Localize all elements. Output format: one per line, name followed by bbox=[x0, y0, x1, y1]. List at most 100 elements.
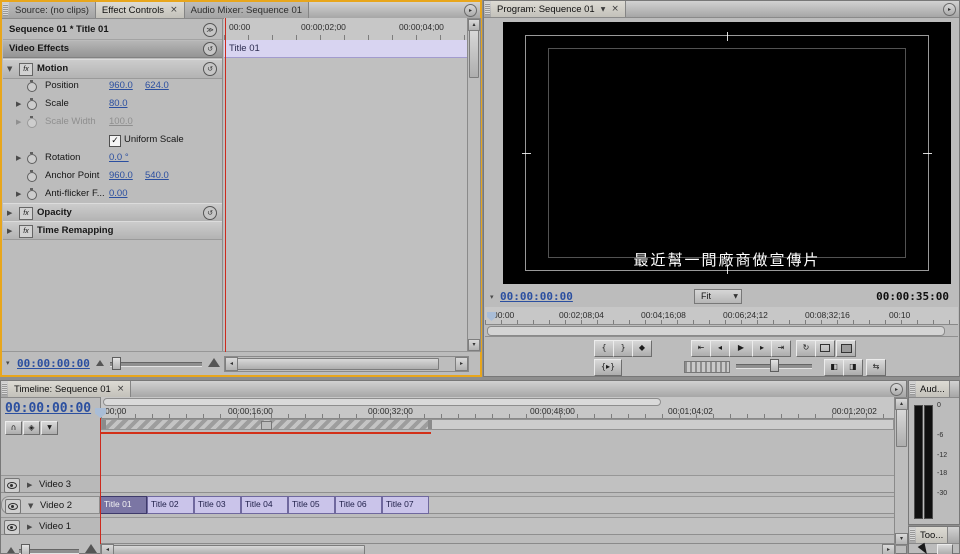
panel-grip[interactable] bbox=[910, 529, 915, 541]
timeline-clip[interactable]: Title 05 bbox=[288, 496, 335, 514]
play-in-to-out-button[interactable]: {▸} bbox=[594, 359, 622, 376]
timeline-current-timecode[interactable]: 00:00:00:00 bbox=[5, 401, 91, 416]
panel-grip[interactable] bbox=[3, 4, 8, 16]
disclosure-open-icon[interactable]: ▼ bbox=[7, 65, 12, 73]
sequence-dropdown-icon[interactable]: ▼ bbox=[599, 6, 606, 13]
set-marker-button[interactable]: ◆ bbox=[632, 340, 652, 357]
timecode-menu-icon[interactable]: ▾ bbox=[490, 293, 494, 301]
effect-time-remapping-row[interactable]: ▶ fx Time Remapping bbox=[3, 221, 222, 240]
panel-menu-button[interactable]: ▸ bbox=[890, 383, 903, 396]
effect-opacity-row[interactable]: ▶ fx Opacity ↺ bbox=[3, 203, 222, 222]
disclosure-closed-icon[interactable]: ▶ bbox=[7, 209, 12, 217]
scroll-right-button[interactable]: ▸ bbox=[882, 544, 895, 554]
safe-margins-button[interactable] bbox=[815, 340, 835, 357]
disclosure-closed-icon[interactable]: ▶ bbox=[16, 190, 21, 198]
zoom-out-icon[interactable] bbox=[7, 547, 15, 553]
step-forward-button[interactable]: ▸ bbox=[752, 340, 772, 357]
track-disclosure-icon[interactable]: ▶ bbox=[27, 481, 32, 489]
snap-button[interactable]: ∩ bbox=[5, 421, 22, 435]
close-icon[interactable]: × bbox=[609, 4, 619, 14]
program-current-timecode[interactable]: 00:00:00:00 bbox=[500, 290, 573, 303]
tab-timeline[interactable]: Timeline: Sequence 01 × bbox=[8, 381, 131, 397]
close-icon[interactable]: × bbox=[168, 5, 178, 15]
rotation-value[interactable]: 0.0 ° bbox=[109, 152, 129, 163]
zoom-out-icon[interactable] bbox=[96, 360, 104, 366]
panel-menu-button[interactable]: ▸ bbox=[943, 3, 956, 16]
scroll-down-button[interactable]: ▾ bbox=[468, 339, 480, 351]
stopwatch-icon[interactable] bbox=[27, 100, 37, 110]
zoom-in-icon[interactable] bbox=[208, 358, 220, 367]
timeline-zoom-thumb[interactable] bbox=[21, 544, 30, 554]
panel-grip[interactable] bbox=[485, 3, 490, 15]
reset-motion-button[interactable]: ↺ bbox=[203, 62, 217, 76]
anti-flicker-value[interactable]: 0.00 bbox=[109, 188, 128, 199]
uniform-scale-checkbox[interactable]: ✓ bbox=[109, 135, 121, 147]
current-timecode[interactable]: 00:00:00:00 bbox=[17, 357, 90, 370]
zoom-level-select[interactable]: Fit ▼ bbox=[694, 289, 742, 304]
set-out-button[interactable]: } bbox=[613, 340, 633, 357]
close-icon[interactable]: × bbox=[115, 384, 125, 394]
extract-button[interactable]: ◨ bbox=[843, 359, 863, 376]
anchor-y-value[interactable]: 540.0 bbox=[145, 170, 169, 181]
play-button[interactable]: ▶ bbox=[729, 340, 753, 357]
zoom-slider[interactable] bbox=[110, 362, 202, 367]
program-zoom-bar[interactable] bbox=[487, 326, 945, 336]
zoom-slider-thumb[interactable] bbox=[112, 357, 121, 370]
shuttle-thumb[interactable] bbox=[770, 359, 779, 372]
work-area-bar[interactable] bbox=[102, 420, 432, 429]
tab-effect-controls[interactable]: Effect Controls × bbox=[96, 2, 185, 18]
timeline-ruler[interactable]: 00;00 00:00;16;00 00:00;32;00 00:00;48;0… bbox=[101, 397, 894, 419]
current-time-indicator[interactable] bbox=[225, 18, 226, 352]
toggle-track-output-button[interactable] bbox=[4, 478, 20, 493]
lift-button[interactable]: ◧ bbox=[824, 359, 844, 376]
panel-grip[interactable] bbox=[2, 383, 7, 395]
position-x-value[interactable]: 960.0 bbox=[109, 80, 133, 91]
program-ruler[interactable]: 00:00 00:02;08;04 00:04;16;08 00:06;24;1… bbox=[485, 307, 958, 325]
reset-opacity-button[interactable]: ↺ bbox=[203, 206, 217, 220]
timeline-clip[interactable]: Title 07 bbox=[382, 496, 429, 514]
clip-header-bar[interactable]: Title 01 bbox=[224, 40, 467, 58]
stopwatch-icon[interactable] bbox=[27, 172, 37, 182]
effect-motion-row[interactable]: ▼ fx Motion ↺ bbox=[3, 59, 222, 79]
timeline-clip[interactable]: Title 02 bbox=[147, 496, 194, 514]
timeline-horizontal-scrollbar[interactable]: ◂ ▸ bbox=[100, 543, 896, 554]
timecode-menu-icon[interactable]: ▾ bbox=[6, 359, 10, 367]
work-area-center-handle[interactable] bbox=[261, 421, 272, 430]
output-button[interactable] bbox=[836, 340, 856, 357]
toggle-track-output-button[interactable] bbox=[5, 499, 21, 514]
stopwatch-icon[interactable] bbox=[27, 190, 37, 200]
toggle-track-output-button[interactable] bbox=[4, 520, 20, 535]
set-unnumbered-marker-button[interactable]: ▼ bbox=[41, 421, 58, 435]
scrollbar-thumb[interactable] bbox=[237, 358, 439, 370]
scrollbar-thumb[interactable] bbox=[896, 409, 907, 447]
disclosure-closed-icon[interactable]: ▶ bbox=[16, 100, 21, 108]
timeline-clip[interactable]: Title 06 bbox=[335, 496, 382, 514]
position-y-value[interactable]: 624.0 bbox=[145, 80, 169, 91]
timeline-vertical-scrollbar[interactable]: ▴ ▾ bbox=[894, 397, 909, 546]
track-select-tool-button[interactable] bbox=[937, 544, 953, 554]
jog-control[interactable] bbox=[684, 361, 730, 373]
column-divider[interactable] bbox=[222, 18, 223, 352]
track-disclosure-icon[interactable]: ▶ bbox=[27, 523, 32, 531]
trim-button[interactable]: ⇆ bbox=[866, 359, 886, 376]
tab-source[interactable]: Source: (no clips) bbox=[9, 2, 96, 18]
work-area-track[interactable] bbox=[101, 419, 894, 430]
selection-tool-button[interactable] bbox=[917, 544, 931, 554]
scroll-down-button[interactable]: ▾ bbox=[895, 533, 908, 545]
vertical-scrollbar[interactable]: ▴ ▾ bbox=[467, 18, 481, 352]
stopwatch-icon[interactable] bbox=[27, 154, 37, 164]
disclosure-closed-icon[interactable]: ▶ bbox=[16, 154, 21, 162]
scrollbar-thumb[interactable] bbox=[469, 30, 479, 78]
zoom-in-icon[interactable] bbox=[85, 544, 97, 553]
anchor-x-value[interactable]: 960.0 bbox=[109, 170, 133, 181]
scale-value[interactable]: 80.0 bbox=[109, 98, 128, 109]
horizontal-scrollbar[interactable]: ◂ ▸ bbox=[224, 356, 469, 372]
effects-toggle-icon[interactable]: ↺ bbox=[203, 42, 217, 56]
disclosure-closed-icon[interactable]: ▶ bbox=[7, 227, 12, 235]
set-encore-marker-button[interactable]: ◈ bbox=[23, 421, 40, 435]
video-frame[interactable]: 最近幫一間廠商做宣傳片 bbox=[503, 22, 951, 284]
step-back-button[interactable]: ◂ bbox=[710, 340, 730, 357]
timeline-clip[interactable]: Title 04 bbox=[241, 496, 288, 514]
effect-timeline-ruler[interactable]: 00:00 00:00;02;00 00:00;04;00 bbox=[224, 18, 467, 41]
show-timeline-view-button[interactable]: ≫ bbox=[203, 23, 217, 37]
